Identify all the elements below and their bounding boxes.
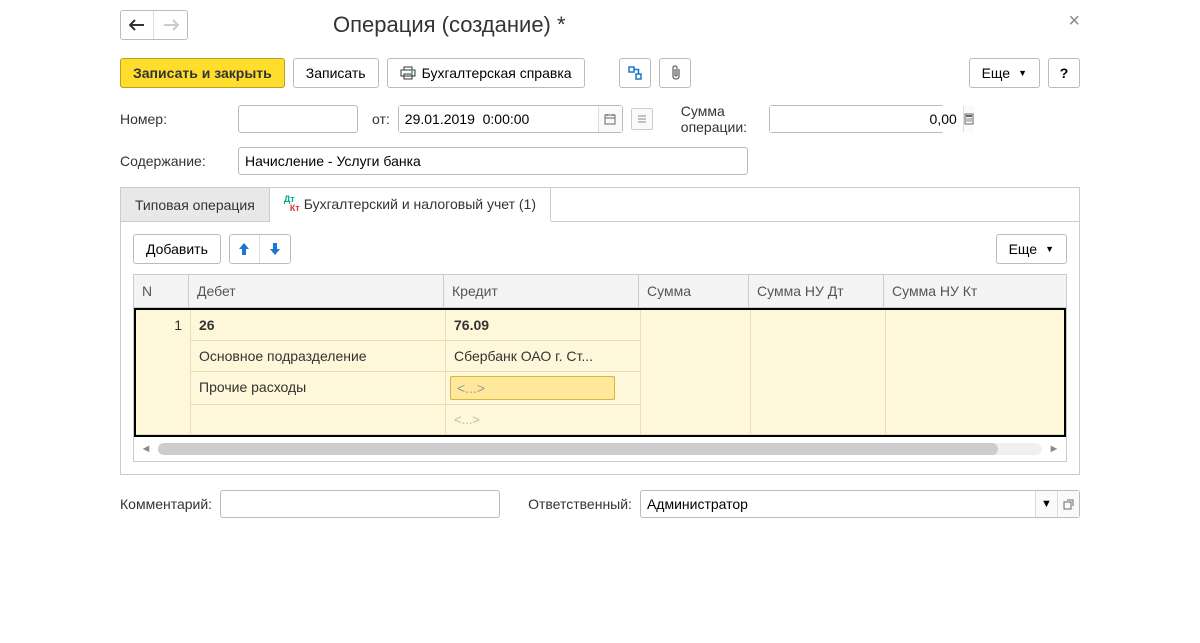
more-button[interactable]: Еще ▼ [969, 58, 1040, 88]
dtkt-icon: ДтКт [284, 195, 300, 213]
close-button[interactable]: × [1068, 10, 1080, 33]
chevron-down-icon: ▼ [1045, 244, 1054, 254]
tab-typical-operation[interactable]: Типовая операция [121, 188, 270, 221]
scroll-right-icon: ► [1046, 441, 1062, 457]
number-field[interactable] [238, 105, 358, 133]
scroll-left-icon: ◄ [138, 441, 154, 457]
cell-credit-sub2[interactable]: <...> [446, 372, 641, 405]
col-header-credit[interactable]: Кредит [444, 275, 639, 307]
save-button[interactable]: Записать [293, 58, 379, 88]
sum-field-wrap [769, 105, 944, 133]
sum-field[interactable] [770, 106, 963, 132]
date-field[interactable] [399, 106, 598, 132]
cell-nukt[interactable] [886, 310, 1064, 341]
arrow-up-icon [238, 242, 250, 256]
add-row-button[interactable]: Добавить [133, 234, 221, 264]
col-header-nukt[interactable]: Сумма НУ Кт [884, 275, 1066, 307]
tab-accounting-label: Бухгалтерский и налоговый учет (1) [304, 196, 536, 212]
cell-debit-sub2[interactable]: Прочие расходы [191, 372, 446, 405]
link-button[interactable] [619, 58, 651, 88]
arrow-right-icon [163, 19, 179, 31]
comment-field[interactable] [220, 490, 500, 518]
move-up-button[interactable] [230, 235, 260, 263]
grid-more-button[interactable]: Еще ▼ [996, 234, 1067, 264]
grid-more-label: Еще [1009, 241, 1038, 257]
cell-nudt[interactable] [751, 310, 886, 341]
number-label: Номер: [120, 111, 230, 127]
calendar-icon [604, 113, 616, 125]
responsible-field[interactable] [641, 496, 1035, 512]
cell-sum[interactable] [641, 310, 751, 341]
date-field-wrap [398, 105, 623, 133]
col-header-nudt[interactable]: Сумма НУ Дт [749, 275, 884, 307]
from-label: от: [372, 111, 390, 127]
page-title: Операция (создание) * [333, 12, 566, 38]
save-and-close-button[interactable]: Записать и закрыть [120, 58, 285, 88]
tab-accounting[interactable]: ДтКт Бухгалтерский и налоговый учет (1) [270, 188, 551, 222]
calculator-button[interactable] [963, 106, 974, 132]
responsible-field-wrap: ▼ [640, 490, 1080, 518]
printer-icon [400, 66, 416, 80]
open-icon [1063, 499, 1074, 510]
list-icon [636, 114, 648, 124]
sum-label: Сумма операции: [681, 103, 761, 135]
close-icon: × [1068, 10, 1080, 32]
nav-forward-button[interactable] [154, 11, 187, 39]
comment-label: Комментарий: [120, 496, 212, 512]
responsible-label: Ответственный: [528, 496, 632, 512]
accounting-grid: N Дебет Кредит Сумма Сумма НУ Дт Сумма Н… [133, 274, 1067, 462]
nav-back-button[interactable] [121, 11, 154, 39]
arrow-left-icon [129, 19, 145, 31]
chevron-down-icon: ▼ [1041, 498, 1052, 510]
responsible-open-button[interactable] [1057, 491, 1079, 517]
content-field[interactable] [238, 147, 748, 175]
cell-credit-sub1[interactable]: Сбербанк ОАО г. Ст... [446, 341, 641, 372]
responsible-dropdown-button[interactable]: ▼ [1035, 491, 1057, 517]
cell-credit-account[interactable]: 76.09 [446, 310, 641, 341]
tabs-header: Типовая операция ДтКт Бухгалтерский и на… [121, 188, 1079, 222]
paperclip-icon [668, 65, 682, 81]
nav-buttons [120, 10, 188, 40]
accounting-reference-label: Бухгалтерская справка [422, 65, 572, 81]
cell-debit-sub1[interactable]: Основное подразделение [191, 341, 446, 372]
col-header-n[interactable]: N [134, 275, 189, 307]
more-label: Еще [982, 65, 1011, 81]
move-down-button[interactable] [260, 235, 290, 263]
table-row: 1 26 76.09 [136, 310, 1064, 341]
col-header-debit[interactable]: Дебет [189, 275, 444, 307]
cell-credit-sub3[interactable]: <...> [446, 405, 641, 435]
attachment-button[interactable] [659, 58, 691, 88]
chevron-down-icon: ▼ [1018, 68, 1027, 78]
col-header-sum[interactable]: Сумма [639, 275, 749, 307]
arrow-down-icon [269, 242, 281, 256]
credit-input-cell[interactable]: <...> [450, 376, 615, 400]
content-label: Содержание: [120, 153, 230, 169]
horizontal-scrollbar[interactable]: ◄ ► [134, 437, 1066, 461]
link-icon [627, 65, 643, 81]
main-toolbar: Записать и закрыть Записать Бухгалтерска… [120, 58, 1080, 88]
calendar-button[interactable] [598, 106, 622, 132]
accounting-reference-button[interactable]: Бухгалтерская справка [387, 58, 585, 88]
date-extra-button[interactable] [631, 108, 653, 130]
help-button[interactable]: ? [1048, 58, 1080, 88]
cell-debit-account[interactable]: 26 [191, 310, 446, 341]
calculator-icon [964, 113, 974, 125]
cell-n[interactable]: 1 [136, 310, 191, 341]
